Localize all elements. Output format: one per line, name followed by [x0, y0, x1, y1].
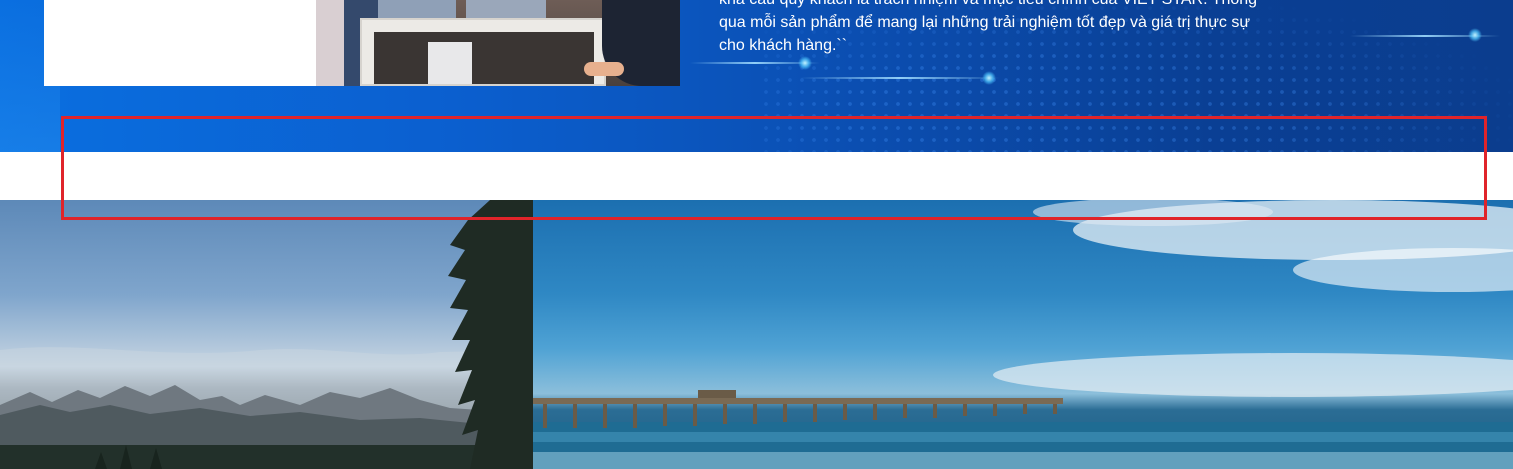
- light-streak-decoration: [800, 77, 1000, 79]
- white-card-panel: [44, 0, 316, 86]
- ocean-scene: [533, 200, 1513, 469]
- glow-dot-decoration: [982, 71, 996, 85]
- empty-section-strip: [0, 152, 1513, 200]
- glow-dot-decoration: [1468, 28, 1482, 42]
- hero-banner: khả cấu quý khách là trách nhiệm và mục …: [0, 0, 1513, 152]
- glow-dot-decoration: [798, 56, 812, 70]
- quote-line: qua mỗi sản phẩm để mang lại những trải …: [719, 14, 1251, 31]
- ocean-pier-image: [533, 200, 1513, 469]
- quote-line: cho khách hàng.``: [719, 37, 848, 54]
- group-photo-image: [316, 0, 680, 86]
- quote-line: khả cấu quý khách là trách nhiệm và mục …: [719, 0, 1339, 11]
- company-quote: khả cấu quý khách là trách nhiệm và mục …: [719, 0, 1339, 57]
- mountain-landscape-image: [0, 200, 533, 469]
- mountain-scene: [0, 200, 533, 469]
